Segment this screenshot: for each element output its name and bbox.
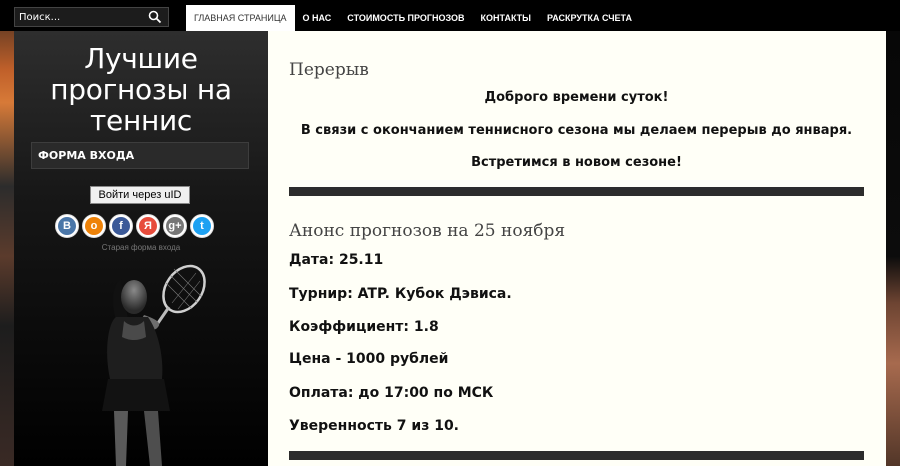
post-line-see-you: Встретимся в новом сезоне! — [471, 155, 682, 170]
google-plus-letter: g+ — [166, 217, 184, 235]
login-form-header: ФОРМА ВХОДА — [31, 142, 249, 169]
nav-item-contacts[interactable]: Контакты — [473, 5, 539, 31]
search-input[interactable] — [15, 8, 145, 26]
forecast-confidence: Уверенность 7 из 10. — [289, 418, 460, 434]
forecast-tournament: Турнир: ATP. Кубок Дэвиса. — [289, 286, 512, 302]
forecast-payment-deadline: Оплата: до 17:00 по МСК — [289, 385, 494, 401]
post-title-forecast-announcement[interactable]: Анонс прогнозов на 25 ноября — [289, 221, 565, 241]
nav-item-about[interactable]: О нас — [295, 5, 340, 31]
search-box — [14, 7, 169, 27]
vkontakte-letter: В — [58, 217, 76, 235]
main-content: Перерыв Доброго времени суток! В связи с… — [268, 31, 886, 466]
uid-login-button[interactable]: Войти через uID — [90, 186, 190, 204]
post-divider-bottom — [289, 451, 864, 460]
site-title[interactable]: Лучшие прогнозы на теннис — [14, 43, 268, 136]
tennis-player-image — [102, 264, 206, 466]
main-nav: Главная страница О нас Стоимость прогноз… — [186, 5, 640, 31]
facebook-icon[interactable]: f — [109, 214, 133, 238]
old-login-form-link[interactable]: Старая форма входа — [14, 243, 268, 252]
post-divider — [289, 187, 864, 196]
yandex-letter: Я — [139, 217, 157, 235]
background-left-edge — [0, 0, 14, 466]
forecast-coefficient: Коэффициент: 1.8 — [289, 319, 439, 335]
yandex-icon[interactable]: Я — [136, 214, 160, 238]
background-right-edge — [886, 0, 900, 466]
forecast-price: Цена - 1000 рублей — [289, 351, 449, 367]
odnoklassniki-letter: о — [85, 217, 103, 235]
nav-item-home[interactable]: Главная страница — [186, 5, 295, 31]
forecast-date: Дата: 25.11 — [289, 252, 384, 268]
google-plus-icon[interactable]: g+ — [163, 214, 187, 238]
top-bar: Главная страница О нас Стоимость прогноз… — [0, 0, 900, 31]
odnoklassniki-icon[interactable]: о — [82, 214, 106, 238]
twitter-icon[interactable]: t — [190, 214, 214, 238]
search-icon[interactable] — [148, 10, 162, 24]
social-login-row: В о f Я g+ t — [55, 214, 214, 240]
post-line-break-notice: В связи с окончанием теннисного сезона м… — [300, 123, 853, 138]
twitter-letter: t — [193, 217, 211, 235]
nav-item-pricing[interactable]: Стоимость прогнозов — [339, 5, 472, 31]
sidebar: Лучшие прогнозы на теннис ФОРМА ВХОДА Во… — [14, 31, 268, 466]
post-line-greeting: Доброго времени суток! — [484, 90, 669, 105]
facebook-letter: f — [112, 217, 130, 235]
nav-item-account-growth[interactable]: Раскрутка счета — [539, 5, 640, 31]
vkontakte-icon[interactable]: В — [55, 214, 79, 238]
post-title-break[interactable]: Перерыв — [289, 60, 369, 80]
